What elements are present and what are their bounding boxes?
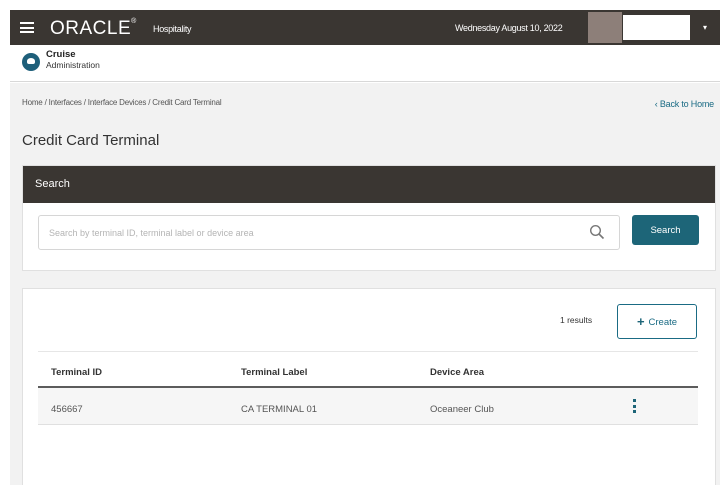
search-button[interactable]: Search bbox=[632, 215, 699, 245]
brand-subtitle: Hospitality bbox=[153, 24, 192, 34]
page-body: Home / Interfaces / Interface Devices / … bbox=[10, 83, 720, 485]
search-icon[interactable] bbox=[589, 224, 605, 240]
page-title: Credit Card Terminal bbox=[22, 132, 160, 149]
column-header-device-area[interactable]: Device Area bbox=[430, 367, 484, 378]
plus-icon: + bbox=[636, 314, 645, 329]
app-title: Cruise bbox=[46, 49, 76, 60]
create-button-label: Create bbox=[648, 317, 678, 328]
search-panel: Search Search bbox=[22, 165, 716, 271]
column-header-terminal-label[interactable]: Terminal Label bbox=[241, 367, 307, 378]
brand-name: ORACLE bbox=[50, 18, 132, 39]
top-bar: ORACLE® Hospitality Wednesday August 10,… bbox=[10, 10, 720, 45]
row-actions-kebab-icon[interactable] bbox=[630, 399, 638, 417]
cell-device-area: Oceaneer Club bbox=[430, 404, 494, 415]
results-panel: 1 results + Create Terminal ID Terminal L… bbox=[22, 288, 716, 485]
search-panel-header: Search bbox=[23, 166, 715, 203]
results-count: 1 results bbox=[560, 315, 593, 325]
cell-terminal-id: 456667 bbox=[51, 404, 83, 415]
user-menu[interactable] bbox=[623, 15, 690, 40]
cell-terminal-label: CA TERMINAL 01 bbox=[241, 404, 318, 415]
hamburger-menu-icon[interactable] bbox=[20, 22, 34, 33]
cruise-logo-icon bbox=[22, 53, 40, 71]
search-input[interactable] bbox=[38, 215, 620, 250]
back-to-home-link[interactable]: ‹ Back to Home bbox=[655, 99, 714, 109]
create-button[interactable]: + Create bbox=[617, 304, 697, 339]
oracle-logo: ORACLE® bbox=[50, 18, 137, 40]
app-subtitle: Administration bbox=[46, 60, 100, 70]
breadcrumb[interactable]: Home / Interfaces / Interface Devices / … bbox=[22, 98, 222, 107]
brand-mark: ® bbox=[131, 18, 137, 25]
column-header-terminal-id[interactable]: Terminal ID bbox=[51, 367, 102, 378]
table-row[interactable]: 456667 CA TERMINAL 01 Oceaneer Club bbox=[38, 388, 698, 425]
current-date: Wednesday August 10, 2022 bbox=[455, 23, 563, 33]
user-avatar[interactable] bbox=[588, 12, 622, 43]
divider bbox=[38, 351, 698, 352]
app-header: Cruise Administration bbox=[10, 45, 720, 82]
user-menu-caret-icon[interactable]: ▾ bbox=[703, 23, 707, 32]
